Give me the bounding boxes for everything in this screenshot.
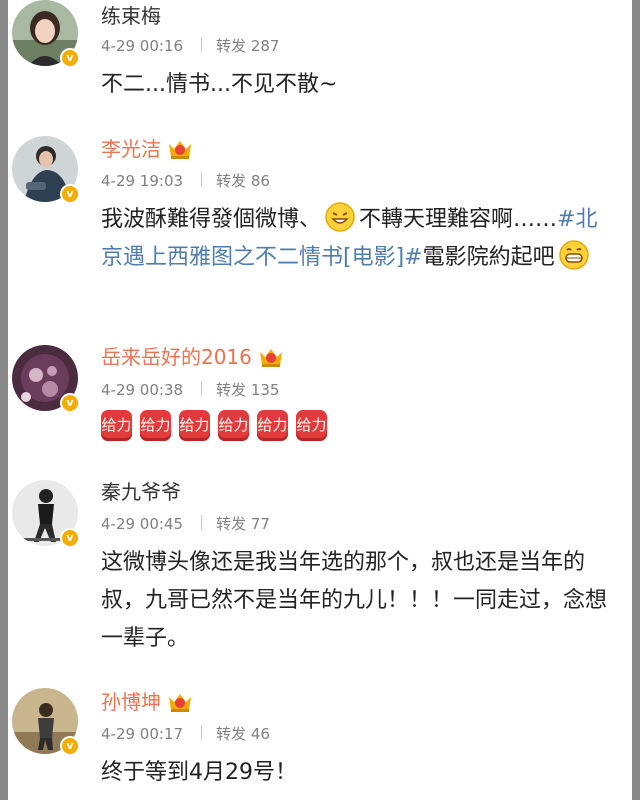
vip-crown-icon: [259, 349, 282, 367]
vip-crown-icon: [169, 141, 191, 159]
post-meta: 4-29 00:38 转发 135: [101, 380, 279, 400]
repost-count: 46: [250, 725, 270, 743]
geili-emoji-icon: 给力: [179, 410, 210, 441]
divider: [201, 172, 203, 187]
divider: [201, 515, 203, 530]
comment-item: v 孙博坤 4-29 00:17 转发 46 终于等到4月29号！: [8, 670, 632, 800]
post-meta: 4-29 00:45 转发 77: [101, 514, 270, 534]
comment-item: v 李光洁 4-29 19:03 转发 86 我波酥難得發個微博、 不轉天理難容啊……: [8, 110, 632, 326]
repost-label[interactable]: 转发: [216, 37, 246, 55]
comment-text-segment: 不轉天理難容啊……: [359, 207, 558, 232]
comment-text-segment: 電影院約起吧: [422, 245, 555, 270]
divider: [201, 381, 203, 396]
comment-text: 终于等到4月29号！: [101, 760, 297, 785]
repost-count: 135: [250, 381, 280, 399]
comment-text: 这微博头像还是我当年选的那个，叔也还是当年的叔，九哥已然不是当年的九儿！！！一同…: [101, 550, 608, 651]
timestamp: 4-29 19:03: [101, 172, 184, 190]
timestamp: 4-29 00:17: [101, 725, 184, 743]
comment-item: v 练束梅 4-29 00:16 转发 287 不二...情书...不见不散~: [8, 0, 632, 111]
geili-emoji-icon: 给力: [296, 410, 327, 441]
post-meta: 4-29 00:16 转发 287: [101, 36, 279, 56]
vip-crown-icon: [169, 694, 191, 712]
timestamp: 4-29 00:45: [101, 515, 184, 533]
repost-count: 77: [250, 515, 270, 533]
bump-emoji-row: 给力 给力 给力 给力 给力 给力: [101, 410, 335, 441]
username[interactable]: 李光洁: [101, 137, 193, 161]
repost-count: 287: [250, 37, 280, 55]
username-label: 岳来岳好的2016: [101, 345, 252, 369]
comment-text: 不二...情书...不见不散~: [101, 72, 338, 97]
verified-badge-icon: v: [60, 393, 80, 413]
divider: [201, 37, 203, 52]
repost-label[interactable]: 转发: [216, 725, 246, 743]
repost-label[interactable]: 转发: [216, 515, 246, 533]
geili-emoji-icon: 给力: [257, 410, 288, 441]
geili-emoji-icon: 给力: [140, 410, 171, 441]
username[interactable]: 孙博坤: [101, 690, 193, 714]
verified-badge-icon: v: [60, 528, 80, 548]
big-grin-emoji-icon: [558, 240, 589, 270]
divider: [201, 725, 203, 740]
username-label: 李光洁: [101, 137, 161, 161]
username[interactable]: 秦九爷爷: [101, 480, 181, 504]
geili-emoji-icon: 给力: [101, 410, 132, 441]
verified-badge-icon: v: [60, 48, 80, 68]
comment-text-segment: 我波酥難得發個微博、: [101, 207, 322, 232]
grinning-emoji-icon: [325, 202, 355, 232]
username[interactable]: 练束梅: [101, 4, 161, 28]
repost-label[interactable]: 转发: [216, 172, 246, 190]
timestamp: 4-29 00:38: [101, 381, 184, 399]
verified-badge-icon: v: [60, 736, 80, 756]
geili-emoji-icon: 给力: [218, 410, 249, 441]
timestamp: 4-29 00:16: [101, 37, 184, 55]
post-meta: 4-29 00:17 转发 46: [101, 724, 270, 744]
repost-label[interactable]: 转发: [216, 381, 246, 399]
username-label: 孙博坤: [101, 690, 161, 714]
verified-badge-icon: v: [60, 184, 80, 204]
comment-item: v 秦九爷爷 4-29 00:45 转发 77 这微博头像还是我当年选的那个，叔也…: [8, 460, 632, 671]
repost-count: 86: [250, 172, 270, 190]
post-meta: 4-29 19:03 转发 86: [101, 171, 270, 191]
comment-item: v 岳来岳好的2016 4-29 00:38 转发 135 给力 给力 给力 给力 给力给…: [8, 325, 632, 461]
username[interactable]: 岳来岳好的2016: [101, 345, 284, 369]
comment-text: 我波酥難得發個微博、 不轉天理難容啊……#北京遇上西雅图之不二情书[电影]#電影院…: [101, 201, 616, 277]
weibo-comment-feed: v 练束梅 4-29 00:16 转发 287 不二...情书...不见不散~ v…: [8, 0, 632, 800]
